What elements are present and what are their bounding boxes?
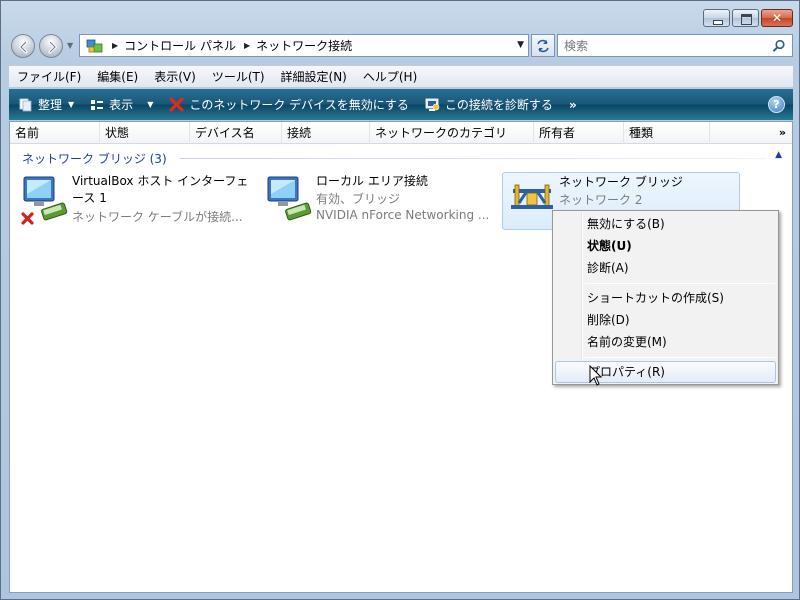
chevron-up-icon[interactable]: ▲ — [775, 150, 782, 160]
help-button[interactable]: ? — [768, 96, 785, 113]
list-item[interactable]: VirtualBox ホスト インターフェース 1 ネットワーク ケーブルが接続… — [16, 172, 256, 230]
column-network-category[interactable]: ネットワークのカテゴリ — [370, 122, 534, 144]
column-device-name[interactable]: デバイス名 — [190, 122, 282, 144]
menu-separator — [585, 357, 775, 358]
item-status: ネットワーク 2 — [559, 193, 643, 207]
close-button[interactable]: ✕ — [761, 9, 793, 27]
item-status: 有効、ブリッジ — [316, 192, 401, 206]
disable-device-button[interactable]: このネットワーク デバイスを無効にする — [159, 89, 415, 120]
context-menu: 無効にする(B) 状態(U) 診断(A) ショートカットの作成(S) 削除(D)… — [552, 210, 779, 385]
back-button[interactable] — [11, 34, 35, 58]
list-item[interactable]: ローカル エリア接続 有効、ブリッジ NVIDIA nForce Network… — [260, 172, 500, 230]
item-name: ネットワーク ブリッジ — [559, 175, 683, 189]
item-name: VirtualBox ホスト インターフェース 1 — [72, 174, 249, 205]
column-header: 名前 状態 デバイス名 接続 ネットワークのカテゴリ 所有者 種類 » — [10, 122, 792, 144]
maximize-button[interactable] — [732, 9, 759, 27]
search-icon[interactable] — [772, 39, 786, 53]
menu-separator — [585, 283, 775, 284]
address-history-dropdown[interactable]: ▼ — [517, 40, 524, 50]
refresh-button[interactable] — [531, 34, 555, 57]
refresh-icon — [537, 39, 549, 53]
forward-button[interactable] — [39, 34, 63, 58]
search-input[interactable] — [558, 35, 758, 56]
command-toolbar: 整理 ▼ 表示 ▼ このネットワーク デバイスを無効にする この接続を診断する … — [9, 89, 793, 120]
column-owner[interactable]: 所有者 — [534, 122, 624, 144]
column-type[interactable]: 種類 — [624, 122, 710, 144]
menu-bar: ファイル(F) 編集(E) 表示(V) ツール(T) 詳細設定(N) ヘルプ(H… — [9, 65, 793, 87]
diagnose-button[interactable]: この接続を診断する — [415, 89, 559, 120]
organize-label: 整理 — [38, 98, 63, 112]
chevron-down-icon: ▼ — [68, 100, 75, 109]
column-name[interactable]: 名前 — [10, 122, 100, 144]
view-button[interactable]: 表示 ▼ — [80, 89, 159, 120]
forward-arrow-icon — [48, 40, 58, 54]
minimize-button[interactable] — [703, 9, 730, 27]
item-device: NVIDIA nForce Networking ... — [316, 208, 490, 222]
menu-item-rename[interactable]: 名前の変更(M) — [555, 331, 776, 353]
columns-overflow-button[interactable]: » — [779, 122, 786, 144]
column-status[interactable]: 状態 — [100, 122, 190, 144]
mouse-cursor-icon — [589, 365, 603, 386]
organize-button[interactable]: 整理 ▼ — [9, 89, 80, 120]
view-label: 表示 — [109, 98, 134, 112]
group-title: ネットワーク ブリッジ (3) — [22, 152, 167, 166]
menu-item-create-shortcut[interactable]: ショートカットの作成(S) — [555, 287, 776, 309]
recent-pages-dropdown[interactable]: ▼ — [67, 42, 75, 50]
control-panel-icon — [86, 39, 103, 52]
organize-icon — [19, 98, 32, 111]
menu-item-diagnose[interactable]: 診断(A) — [555, 257, 776, 279]
menu-item-delete[interactable]: 削除(D) — [555, 309, 776, 331]
red-x-icon — [169, 97, 184, 112]
column-connection[interactable]: 接続 — [282, 122, 370, 144]
toolbar-overflow-button[interactable]: » — [569, 98, 577, 112]
close-icon: ✕ — [771, 11, 783, 25]
breadcrumb-network-connections[interactable]: ネットワーク接続 — [256, 37, 352, 54]
network-adapter-icon — [267, 176, 312, 221]
view-icon — [91, 99, 104, 110]
network-adapter-icon — [21, 176, 68, 225]
breadcrumb-control-panel[interactable]: コントロール パネル — [124, 37, 236, 54]
address-bar[interactable]: ▶ コントロール パネル ▶ ネットワーク接続 ▼ — [79, 34, 529, 57]
diagnose-icon — [425, 98, 440, 111]
search-box[interactable] — [557, 34, 793, 57]
chevron-down-icon: ▼ — [147, 100, 154, 109]
menu-advanced[interactable]: 詳細設定(N) — [273, 67, 355, 87]
menu-help[interactable]: ヘルプ(H) — [355, 67, 425, 87]
group-divider — [180, 158, 766, 159]
diagnose-label: この接続を診断する — [444, 98, 553, 112]
menu-item-status[interactable]: 状態(U) — [555, 235, 776, 257]
menu-file[interactable]: ファイル(F) — [9, 67, 89, 87]
menu-edit[interactable]: 編集(E) — [89, 67, 146, 87]
navigation-row: ▼ ▶ コントロール パネル ▶ ネットワーク接続 ▼ — [9, 33, 793, 59]
item-status: ネットワーク ケーブルが接続... — [72, 210, 243, 224]
explorer-window: ✕ ▼ ▶ コントロール パネル ▶ ネットワーク接続 ▼ 検索 ファイル(F)… — [0, 0, 800, 600]
back-arrow-icon — [18, 40, 28, 54]
menu-item-disable[interactable]: 無効にする(B) — [555, 213, 776, 235]
menu-tools[interactable]: ツール(T) — [204, 67, 273, 87]
disable-device-label: このネットワーク デバイスを無効にする — [189, 98, 409, 112]
caption-buttons: ✕ — [703, 9, 793, 27]
item-name: ローカル エリア接続 — [316, 174, 428, 188]
menu-view[interactable]: 表示(V) — [146, 67, 204, 87]
breadcrumb-arrow-icon[interactable]: ▶ — [244, 41, 250, 50]
breadcrumb-arrow-icon[interactable]: ▶ — [112, 41, 118, 50]
group-header[interactable]: ネットワーク ブリッジ (3) ▲ — [10, 148, 792, 168]
disconnected-icon — [21, 212, 34, 225]
